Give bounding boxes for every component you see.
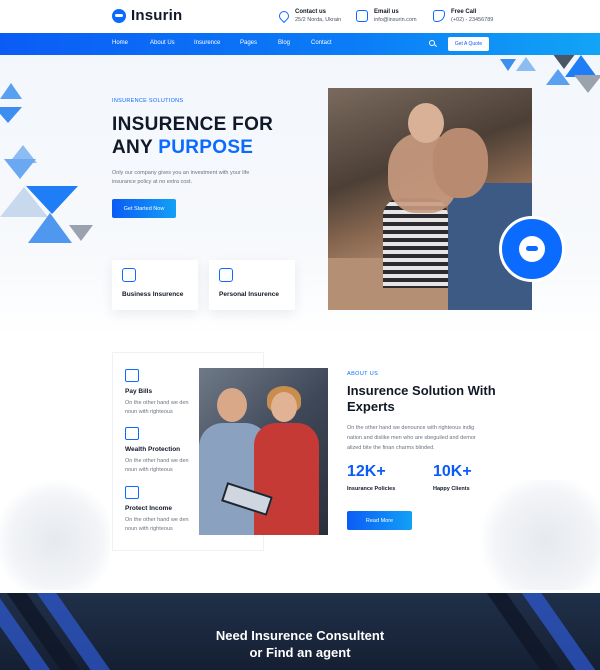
contact-title: Contact us [295,9,327,15]
contact-phone: Free Call (+02) - 23456789 [433,8,493,25]
service-card-label: Business Insurence [122,291,184,298]
nav-about[interactable]: About Us [150,40,175,46]
faded-background-photo [480,480,600,590]
feature-desc: On the other hand we den noun with right… [125,400,189,415]
main-nav: Home About Us Insurence Pages Blog Conta… [0,33,600,55]
banner-line1: Need Insurence Consultent [215,628,385,643]
get-quote-button[interactable]: Get A Quote [448,37,489,51]
consultant-banner: Need Insurence Consultent or Find an age… [0,593,600,670]
bills-icon [125,369,139,382]
stat-clients: 10K+ Happy Clients [433,463,472,492]
nav-contact[interactable]: Contact [311,40,332,46]
hero-title: INSURENCE FOR ANY PURPOSE [112,113,273,159]
call-value[interactable]: (+02) - 23456789 [451,16,493,25]
about-title: Insurence Solution With Experts [347,383,496,414]
stat-label: Happy Clients [433,486,470,492]
decor-triangle [574,75,600,93]
feature-desc: On the other hand we den noun with right… [125,517,189,532]
service-card-personal[interactable]: Personal Insurence [209,260,295,310]
feature-name: Protect Income [125,505,172,512]
top-header: Insurin Contact us 25/2 Norda, Ukrain Em… [0,0,600,33]
hero-family-photo [328,88,532,310]
decor-triangle [516,57,536,71]
wealth-icon [125,427,139,440]
hero-eyebrow: INSURENCE SOLUTIONS [112,98,184,104]
feature-desc: On the other hand we den noun with right… [125,458,189,473]
hero-section: INSURENCE SOLUTIONS INSURENCE FOR ANY PU… [0,55,600,337]
phone-icon [433,10,445,22]
envelope-icon [356,10,368,22]
call-title: Free Call [451,9,477,15]
hero-title-prefix: ANY [112,137,159,158]
hero-title-accent: PURPOSE [158,137,254,158]
feature-pay-bills: Pay Bills On the other hand we den noun … [125,369,195,417]
nav-insurence[interactable]: Insurence [194,40,220,46]
hero-description: Only our company gives you an investment… [112,170,250,185]
service-card-business[interactable]: Business Insurence [112,260,198,310]
about-description: On the other hand we denounce with right… [347,425,476,451]
income-icon [125,486,139,499]
decor-triangle [4,159,36,179]
logo-text: Insurin [131,7,183,24]
decor-triangle [28,213,72,243]
banner-title: Need Insurence Consultent or Find an age… [0,627,600,661]
service-card-label: Personal Insurence [219,291,279,298]
business-icon [122,268,136,282]
nav-pages[interactable]: Pages [240,40,257,46]
rotating-badge [499,216,565,282]
feature-protect-income: Protect Income On the other hand we den … [125,486,195,534]
badge-logo-icon [519,236,545,262]
location-pin-icon [276,8,292,24]
decor-triangle [0,107,22,123]
decor-triangle [546,69,570,85]
email-title: Email us [374,9,399,15]
about-eyebrow: ABOUT US [347,371,379,377]
read-more-button[interactable]: Read More [347,511,412,530]
search-icon[interactable] [429,40,435,46]
stat-policies: 12K+ Insurance Policies [347,463,395,492]
nav-blog[interactable]: Blog [278,40,290,46]
personal-icon [219,268,233,282]
email-value[interactable]: info@insurin.com [374,16,417,25]
contact-value: 25/2 Norda, Ukrain [295,17,342,23]
contact-email: Email us info@insurin.com [356,8,417,25]
banner-line2: or Find an agent [249,645,351,660]
contact-address: Contact us 25/2 Norda, Ukrain [276,8,342,25]
handshake-photo [199,368,328,535]
stat-value: 12K+ [347,463,386,480]
hero-title-line2: ANY PURPOSE [112,136,273,159]
faded-background-photo [0,480,110,590]
get-started-button[interactable]: Get Started Now [112,199,176,218]
decor-triangle [26,186,78,214]
decor-triangle [69,225,93,241]
logo[interactable]: Insurin [112,7,182,24]
feature-wealth-protection: Wealth Protection On the other hand we d… [125,427,195,475]
nav-home[interactable]: Home [112,40,128,46]
feature-name: Wealth Protection [125,446,181,453]
stat-value: 10K+ [433,463,472,480]
stat-label: Insurance Policies [347,486,396,492]
decor-triangle [0,83,22,99]
logo-icon [112,8,126,23]
hero-title-line1: INSURENCE FOR [112,114,274,135]
feature-name: Pay Bills [125,388,153,395]
decor-triangle [500,59,516,71]
